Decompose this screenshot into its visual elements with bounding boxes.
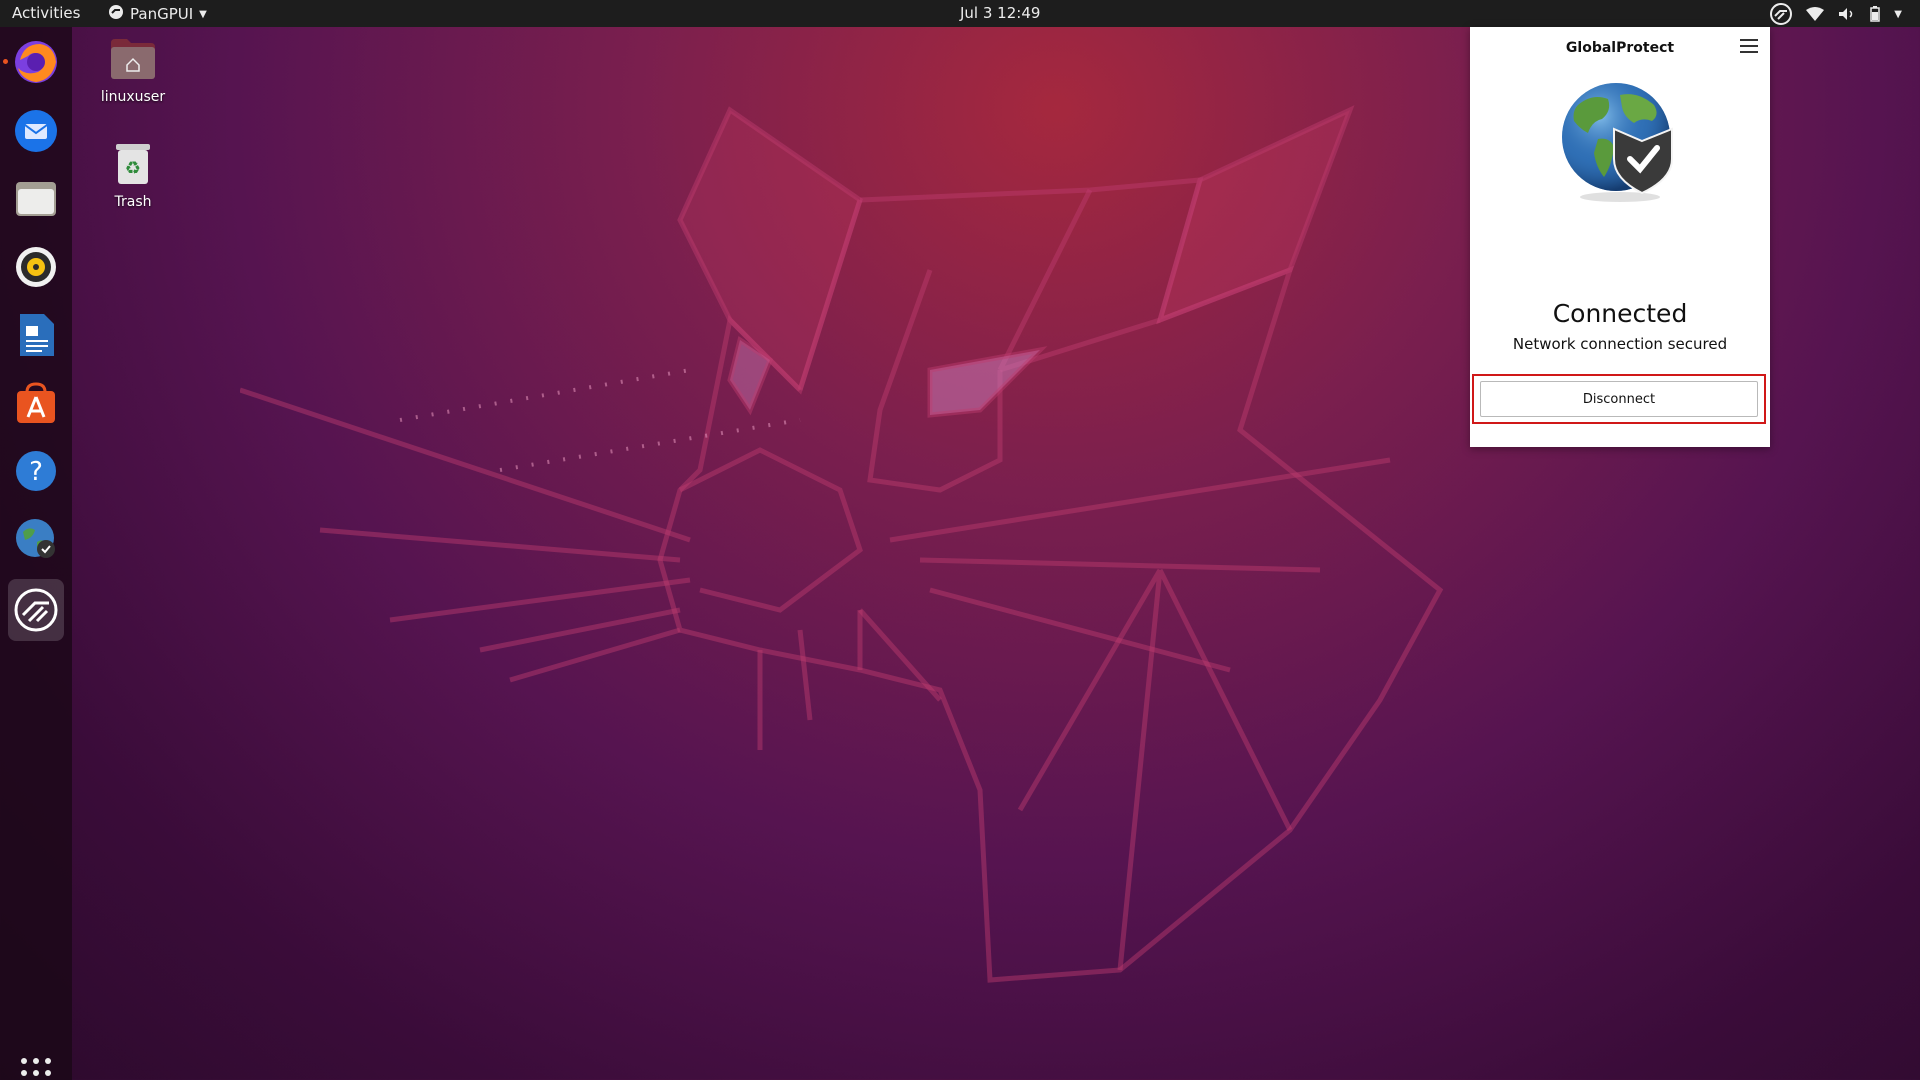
app-menu[interactable]: PanGPUI ▼ — [108, 4, 207, 24]
home-folder-icon — [111, 39, 155, 79]
disconnect-highlight: Disconnect — [1472, 374, 1766, 424]
volume-icon[interactable] — [1838, 7, 1856, 21]
dock-item-help[interactable]: ? — [8, 443, 64, 499]
rhythmbox-icon — [16, 247, 56, 287]
desktop-icon-home[interactable]: linuxuser — [88, 37, 178, 105]
trash-icon: ♻ — [116, 144, 150, 184]
app-grid-icon — [21, 1058, 51, 1076]
svg-text:?: ? — [29, 457, 43, 487]
hamburger-menu-icon[interactable] — [1740, 39, 1758, 55]
pangpui-icon — [108, 4, 124, 24]
dock-item-files[interactable] — [8, 171, 64, 227]
desktop-icon-label: Trash — [114, 194, 152, 210]
globalprotect-icon — [16, 519, 55, 558]
wallpaper-cat-art — [240, 105, 1444, 983]
pangpui-icon — [14, 588, 58, 632]
dock-item-software[interactable] — [8, 375, 64, 431]
dock-item-thunderbird[interactable] — [8, 103, 64, 159]
dock-item-rhythmbox[interactable] — [8, 239, 64, 295]
dock: ? — [0, 27, 72, 1080]
chevron-down-icon: ▼ — [199, 8, 207, 20]
window-title: GlobalProtect — [1565, 40, 1675, 56]
firefox-icon — [15, 41, 57, 83]
app-menu-label: PanGPUI — [130, 5, 194, 23]
svg-text:♻: ♻ — [125, 158, 141, 179]
writer-icon — [20, 314, 54, 356]
system-tray[interactable]: ▼ — [1770, 3, 1902, 25]
clock[interactable]: Jul 3 12:49 — [960, 4, 1040, 22]
thunderbird-icon — [15, 110, 57, 152]
desktop-icon-trash[interactable]: ♻ Trash — [88, 140, 178, 210]
globalprotect-tray-icon[interactable] — [1770, 3, 1793, 25]
globalprotect-window: GlobalProtect Connected Network connecti… — [1470, 27, 1770, 447]
disconnect-button[interactable]: Disconnect — [1480, 381, 1758, 417]
dock-item-writer[interactable] — [8, 307, 64, 363]
globe-shield-icon — [1562, 83, 1673, 202]
connection-status: Connected — [1552, 299, 1688, 328]
battery-icon[interactable] — [1870, 6, 1881, 22]
files-icon — [16, 182, 56, 216]
desktop-icon-label: linuxuser — [100, 89, 166, 105]
connection-substatus: Network connection secured — [1512, 335, 1728, 353]
dock-item-globalprotect[interactable] — [8, 511, 64, 567]
activities-button[interactable]: Activities — [12, 4, 80, 22]
dock-item-firefox[interactable] — [8, 34, 64, 90]
top-bar: Activities PanGPUI ▼ Jul 3 12:49 ▼ — [0, 0, 1920, 27]
show-applications-button[interactable] — [18, 1055, 54, 1080]
software-icon — [17, 382, 55, 423]
chevron-down-icon[interactable]: ▼ — [1894, 9, 1902, 20]
wifi-icon[interactable] — [1806, 7, 1825, 21]
help-icon: ? — [16, 451, 56, 491]
dock-item-pangpui[interactable] — [8, 579, 64, 641]
